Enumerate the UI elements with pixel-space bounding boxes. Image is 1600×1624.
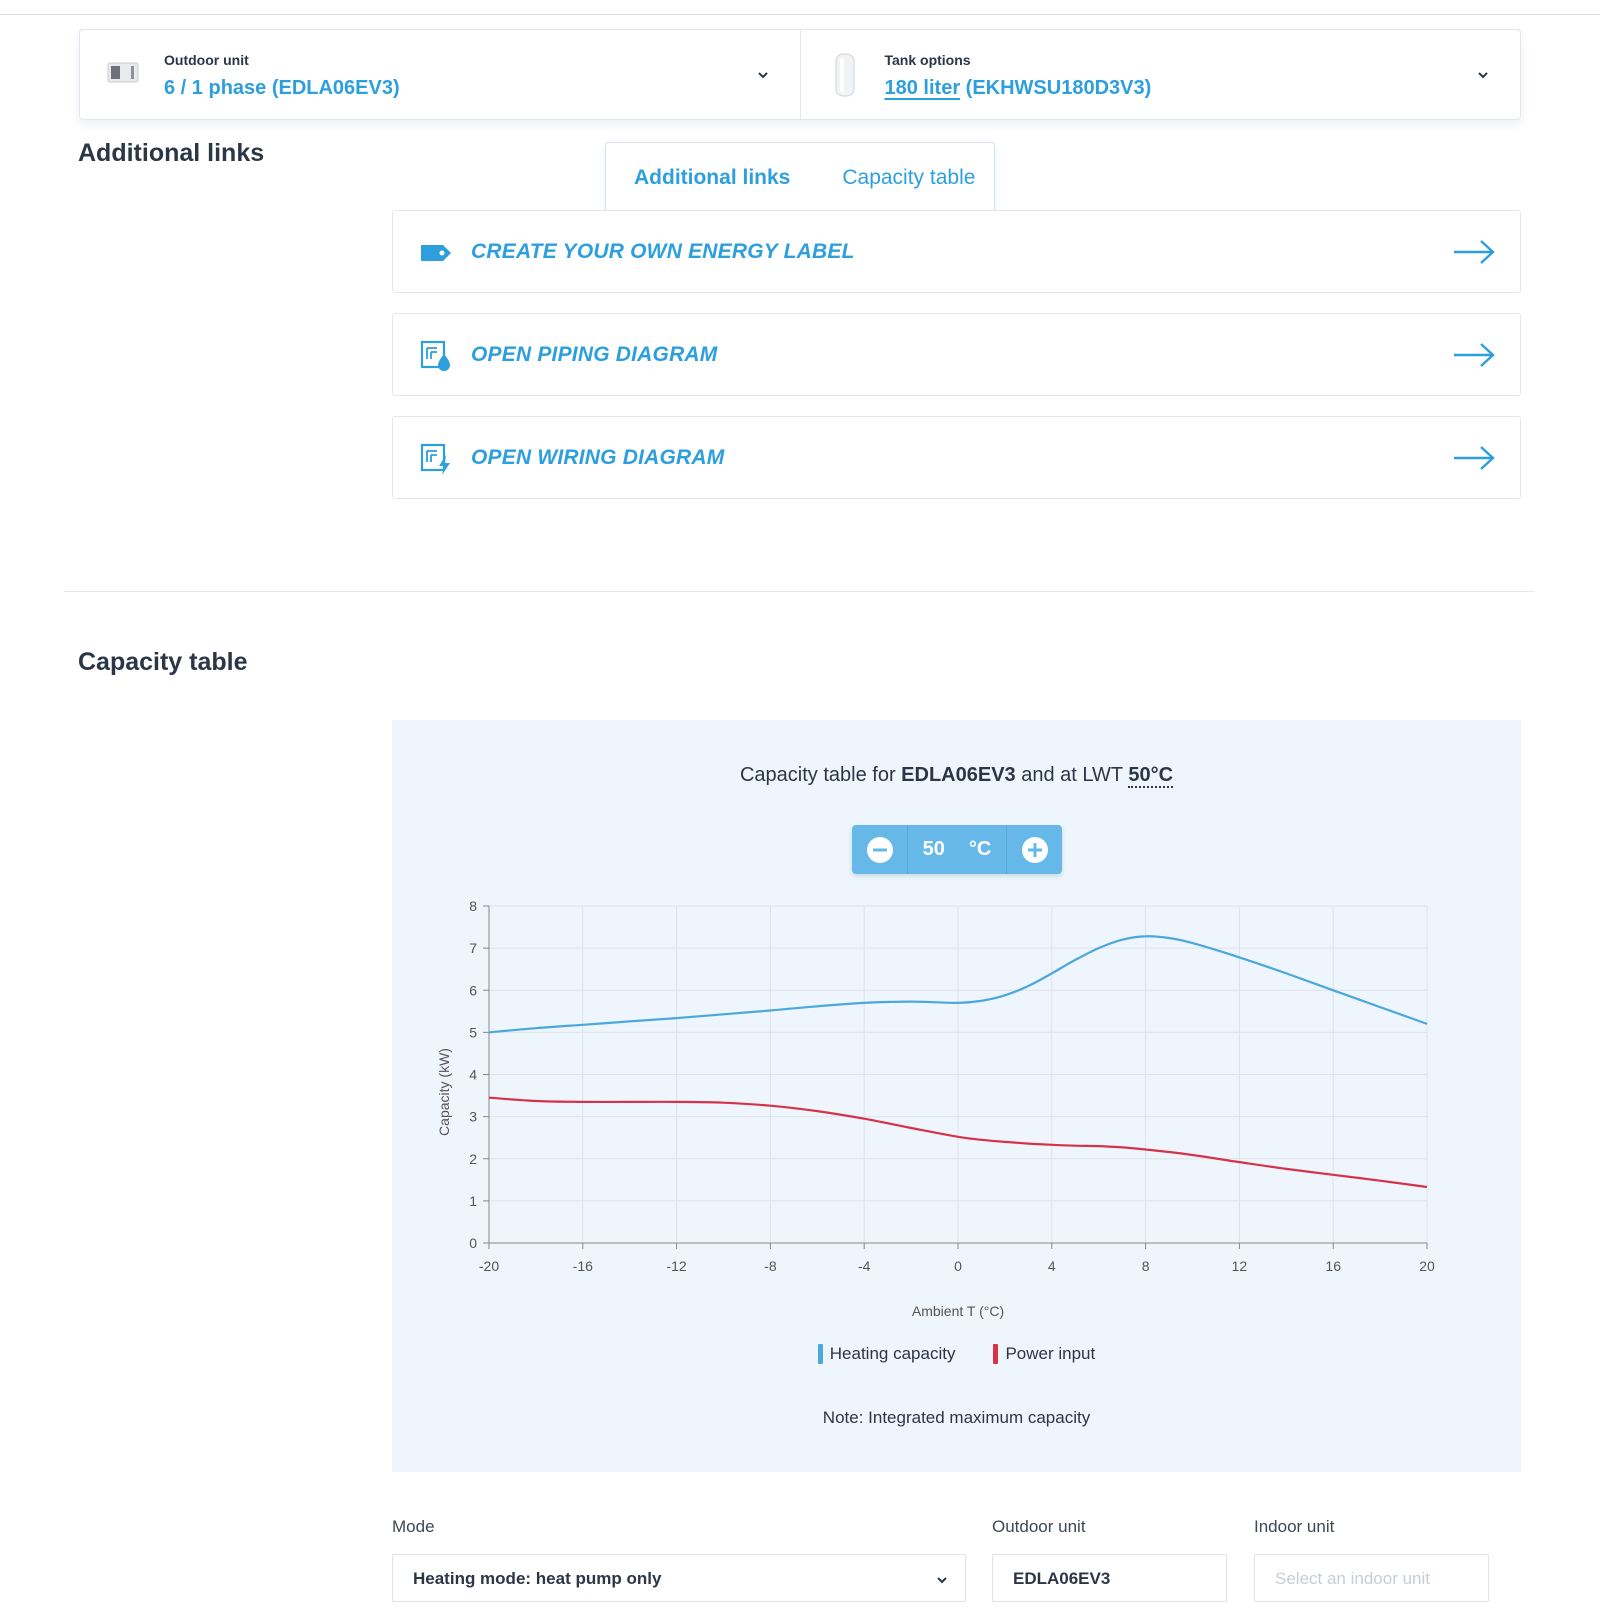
outdoor-unit-label: Outdoor unit — [992, 1517, 1086, 1536]
outdoor-unit-caption: Outdoor unit — [164, 52, 249, 68]
x-axis-label: Ambient T (°C) — [912, 1303, 1004, 1319]
capacity-chart-panel: Capacity table for EDLA06EV3 and at LWT … — [392, 720, 1521, 1472]
tag-icon — [421, 245, 451, 261]
outdoor-unit-field[interactable]: EDLA06EV3 — [992, 1554, 1227, 1602]
arrow-right-icon — [1454, 343, 1495, 367]
decrease-temp-button[interactable] — [852, 825, 908, 874]
outdoor-unit-selector[interactable]: Outdoor unit 6 / 1 phase (EDLA06EV3) — [80, 30, 800, 119]
chart-title-mid: and at LWT — [1015, 764, 1129, 786]
outdoor-unit-field-value: EDLA06EV3 — [1013, 1569, 1111, 1588]
chart-title: Capacity table for EDLA06EV3 and at LWT … — [392, 764, 1521, 788]
chevron-down-icon — [757, 72, 768, 79]
legend-swatch-heating — [817, 1344, 823, 1364]
x-tick-label: -20 — [479, 1258, 499, 1274]
section-tabs: Additional links Capacity table — [605, 142, 995, 213]
mode-select-value: Heating mode: heat pump only — [413, 1569, 662, 1588]
chart-title-temp: 50°C — [1128, 764, 1174, 788]
x-tick-label: 12 — [1232, 1258, 1248, 1274]
arrow-right-icon — [1454, 446, 1495, 470]
chart-legend: Heating capacity Power input — [392, 1344, 1521, 1364]
y-tick-label: 8 — [469, 898, 477, 914]
y-tick-label: 1 — [469, 1193, 477, 1209]
minus-circle-icon — [866, 836, 893, 863]
increase-temp-button[interactable] — [1006, 825, 1062, 874]
wiring-diagram-text: OPEN WIRING DIAGRAM — [471, 446, 725, 469]
y-tick-label: 6 — [469, 982, 477, 998]
piping-diagram-link[interactable]: OPEN PIPING DIAGRAM — [392, 313, 1521, 396]
lwt-unit: °C — [968, 838, 992, 860]
capacity-chart: -20 -16 -12 -8 -4 0 4 8 12 16 20012345678 Ambient … — [436, 898, 1435, 1319]
lwt-stepper-display: 50 °C — [908, 838, 1006, 861]
chevron-down-icon — [937, 1577, 947, 1584]
tank-options-caption: Tank options — [884, 52, 971, 68]
energy-label-text: CREATE YOUR OWN ENERGY LABEL — [471, 240, 855, 263]
y-tick-label: 3 — [469, 1109, 477, 1125]
legend-label: Heating capacity — [829, 1344, 956, 1363]
y-tick-label: 2 — [469, 1151, 477, 1167]
chart-title-model: EDLA06EV3 — [901, 764, 1016, 786]
legend-heating-capacity[interactable]: Heating capacity — [817, 1344, 956, 1364]
x-tick-label: -8 — [764, 1258, 777, 1274]
outdoor-unit-thumbnail — [107, 62, 139, 83]
x-tick-label: -16 — [573, 1258, 593, 1274]
legend-power-input[interactable]: Power input — [993, 1344, 1095, 1364]
y-tick-label: 0 — [469, 1235, 477, 1251]
additional-links-heading: Additional links — [78, 139, 265, 167]
lwt-value: 50 — [922, 838, 945, 860]
chart-axes: -20 -16 -12 -8 -4 0 4 8 12 16 20012345678 — [469, 898, 1435, 1274]
x-tick-label: 8 — [1142, 1258, 1150, 1274]
x-tick-label: 16 — [1325, 1258, 1341, 1274]
outdoor-unit-value: 6 / 1 phase (EDLA06EV3) — [164, 77, 400, 99]
lwt-stepper: 50 °C — [852, 825, 1062, 874]
tank-code: (EKHWSU180D3V3) — [960, 77, 1152, 99]
indoor-unit-label: Indoor unit — [1254, 1517, 1335, 1536]
mode-select[interactable]: Heating mode: heat pump only — [392, 1554, 966, 1602]
capacity-table-heading: Capacity table — [78, 648, 248, 676]
y-tick-label: 4 — [469, 1067, 477, 1083]
x-tick-label: -12 — [666, 1258, 686, 1274]
y-axis-label: Capacity (kW) — [436, 1048, 452, 1136]
legend-swatch-power — [993, 1344, 999, 1364]
tank-options-value: 180 liter (EKHWSU180D3V3) — [885, 77, 1152, 100]
y-tick-label: 7 — [469, 940, 477, 956]
y-tick-label: 5 — [469, 1024, 477, 1040]
piping-diagram-text: OPEN PIPING DIAGRAM — [471, 343, 718, 366]
chart-title-prefix: Capacity table for — [739, 764, 902, 786]
tab-additional-links[interactable]: Additional links — [634, 166, 790, 190]
arrow-right-icon — [1454, 240, 1495, 264]
plus-circle-icon — [1021, 836, 1048, 863]
x-tick-label: -4 — [858, 1258, 871, 1274]
piping-diagram-icon — [420, 340, 450, 371]
wiring-diagram-icon — [420, 443, 450, 475]
tank-size: 180 liter — [884, 77, 961, 99]
wiring-diagram-link[interactable]: OPEN WIRING DIAGRAM — [392, 416, 1521, 499]
product-selector: Outdoor unit 6 / 1 phase (EDLA06EV3) Tan… — [79, 29, 1521, 120]
x-tick-label: 20 — [1419, 1258, 1435, 1274]
chart-grid — [488, 905, 1428, 1244]
indoor-unit-field[interactable]: Select an indoor unit — [1254, 1554, 1489, 1602]
tab-capacity-table[interactable]: Capacity table — [842, 166, 975, 190]
legend-label: Power input — [1005, 1344, 1096, 1363]
x-tick-label: 0 — [954, 1258, 962, 1274]
chart-note: Note: Integrated maximum capacity — [822, 1408, 1091, 1427]
energy-label-link[interactable]: CREATE YOUR OWN ENERGY LABEL — [392, 210, 1521, 293]
top-divider — [0, 14, 1600, 15]
chevron-down-icon — [1478, 72, 1488, 79]
mode-label: Mode — [392, 1517, 435, 1536]
indoor-unit-placeholder: Select an indoor unit — [1275, 1569, 1430, 1588]
tank-options-selector[interactable]: Tank options 180 liter (EKHWSU180D3V3) — [799, 30, 1521, 119]
section-divider — [64, 591, 1534, 592]
x-tick-label: 4 — [1048, 1258, 1056, 1274]
tank-thumbnail — [835, 53, 854, 97]
